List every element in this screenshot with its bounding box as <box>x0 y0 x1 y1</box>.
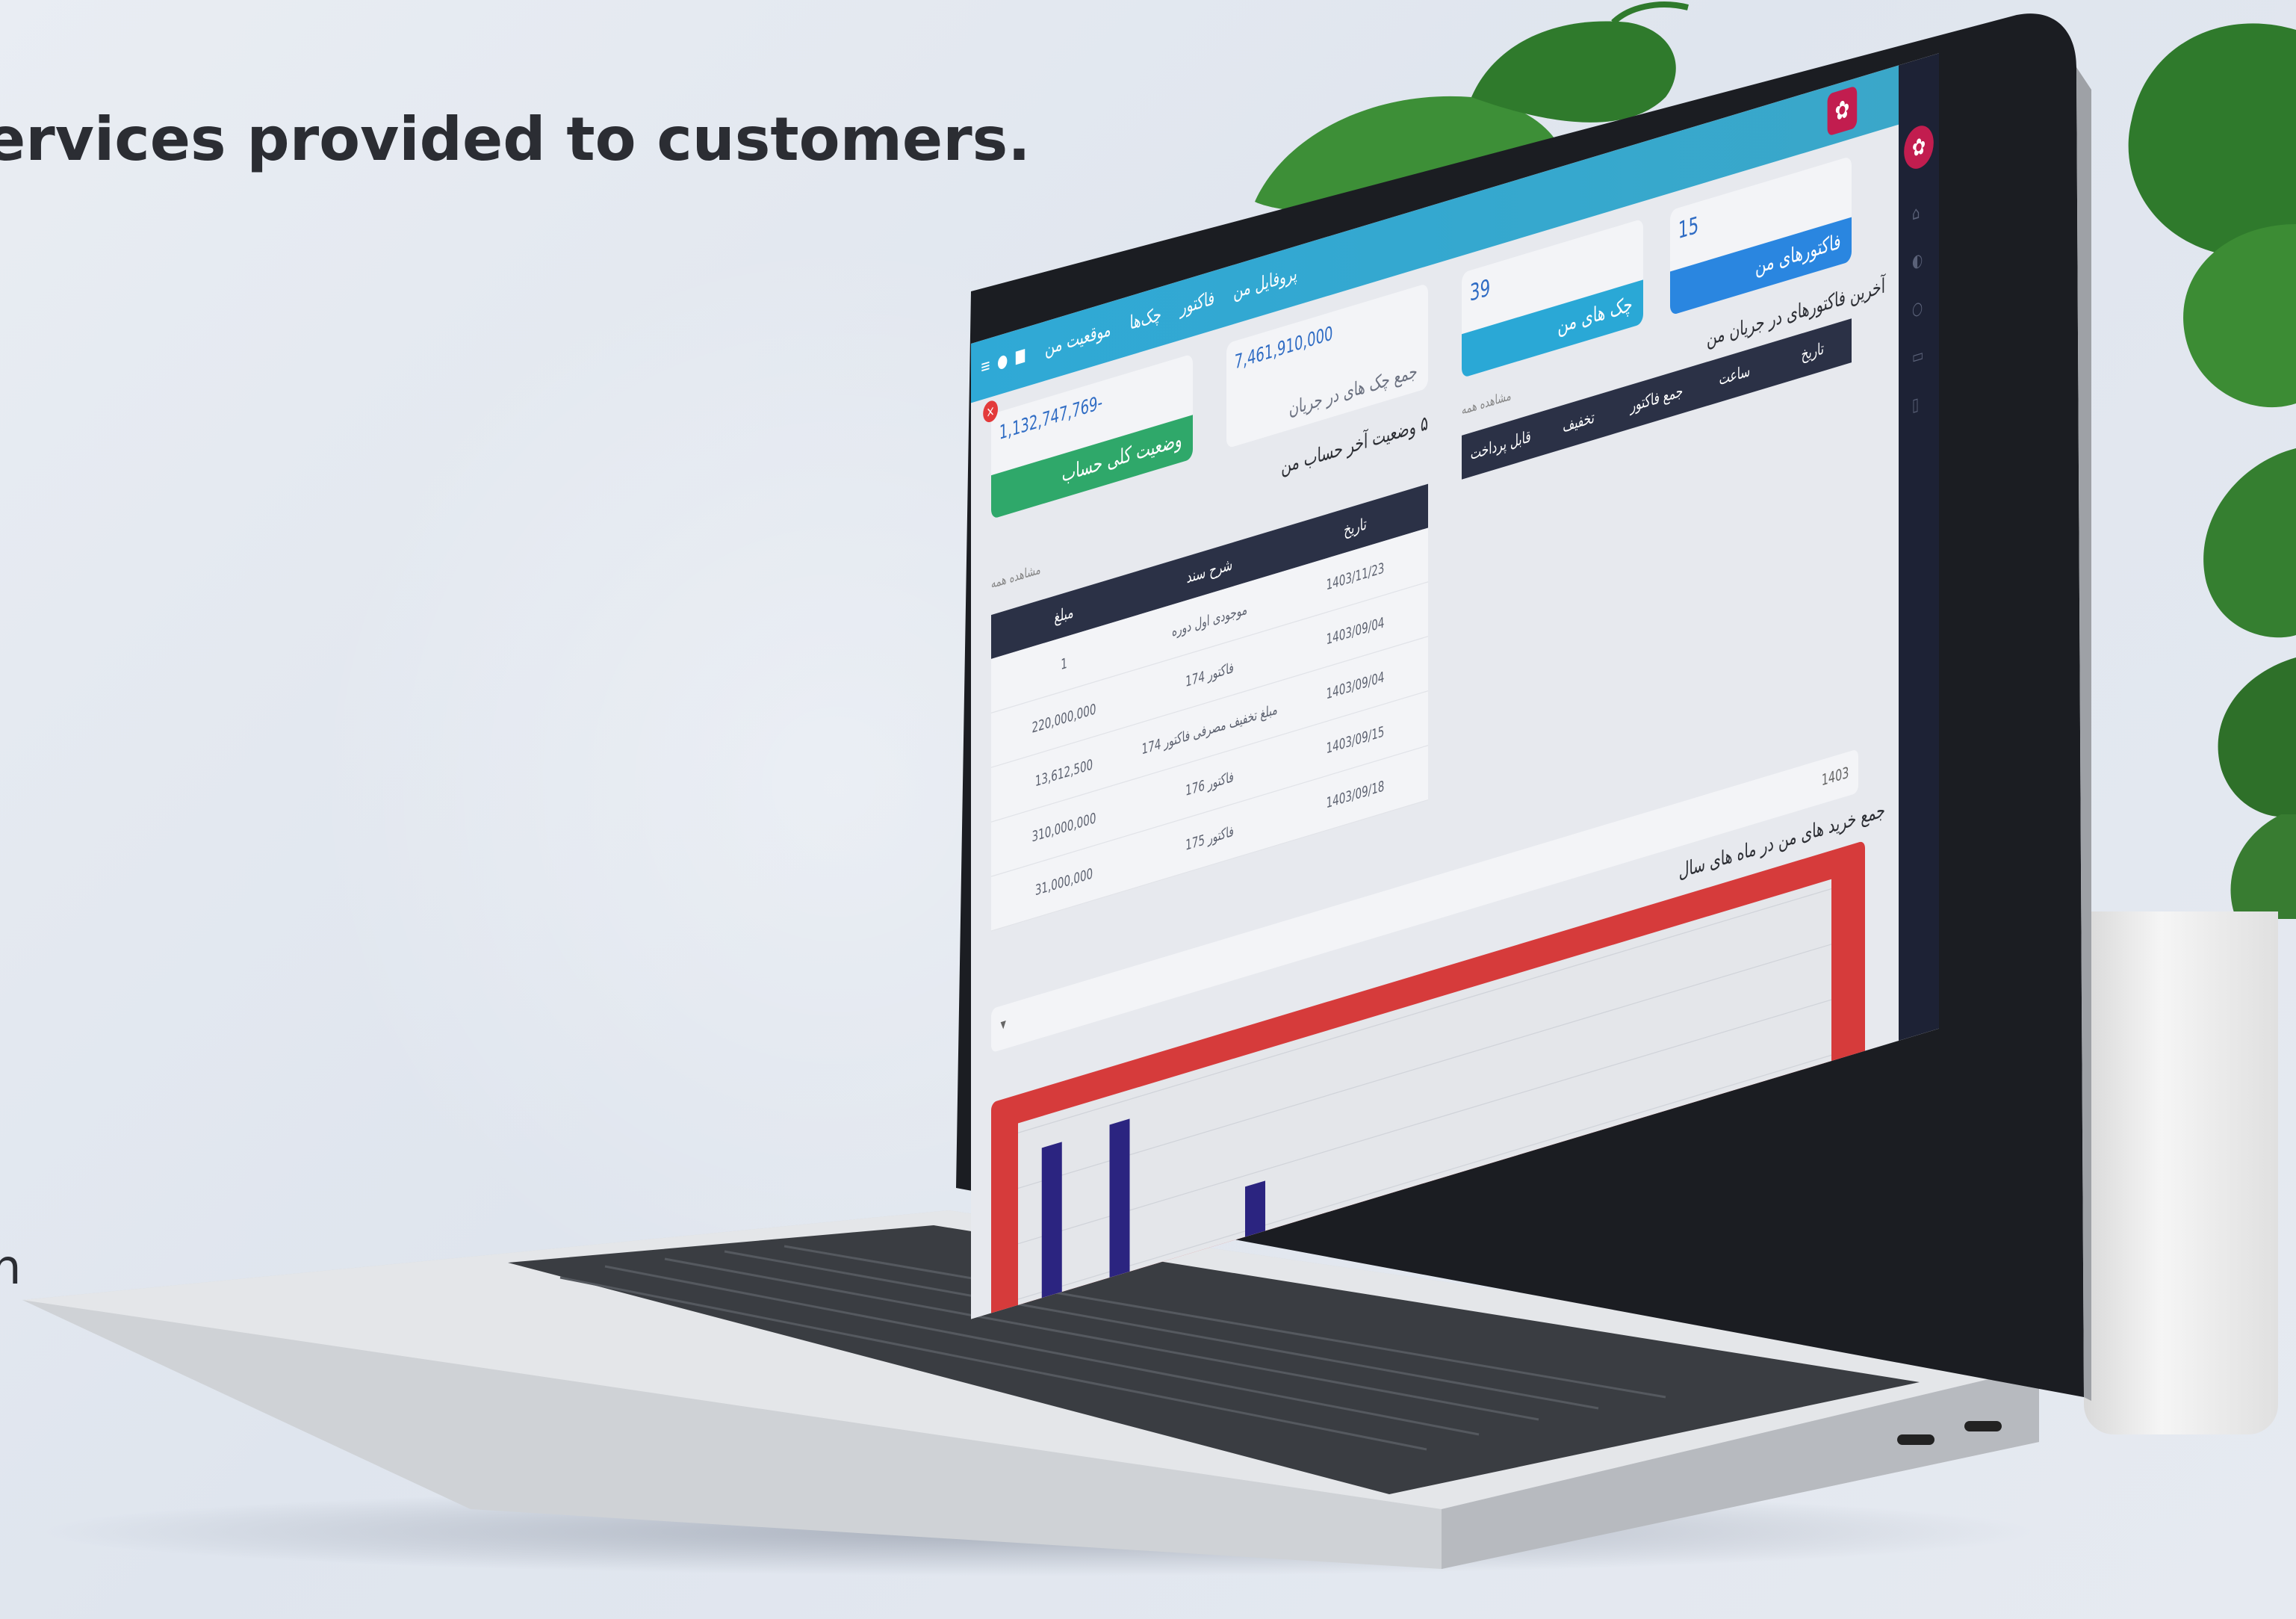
chart-bar-10[interactable] <box>1652 1214 1672 1220</box>
purchases-chart <box>1018 888 1831 1319</box>
dashboard: ≡ ● ■ پروفایل من فاکتور چک‌ها موقعیت من … <box>971 53 1939 1319</box>
checks-sum-value: 7,461,910,000 <box>1234 321 1333 374</box>
chart-bar-5[interactable] <box>1312 1304 1333 1319</box>
nav-item-checks[interactable]: چک‌ها <box>1130 302 1161 334</box>
col-date: تاریخ <box>1801 339 1825 365</box>
grid-line <box>1018 1054 1831 1300</box>
plant-pot <box>2084 911 2278 1434</box>
chat-icon[interactable]: ▭ <box>1912 344 1926 368</box>
chart-bar-2[interactable] <box>1109 1118 1130 1319</box>
chevron-down-icon: ▾ <box>1000 1014 1006 1034</box>
chart-bar-4[interactable] <box>1245 1180 1266 1319</box>
grid-line <box>1018 1109 1831 1319</box>
grid-line <box>1018 999 1831 1245</box>
year-select-value: 1403 <box>1821 763 1849 790</box>
checks-sum-label: جمع چک های در جریان <box>1288 359 1418 421</box>
bell-icon[interactable]: ● <box>997 350 1008 373</box>
latest-invoices-more[interactable]: مشاهده همه <box>1462 388 1511 418</box>
chart-bar-6[interactable] <box>1381 1295 1401 1301</box>
document-icon[interactable]: ▯ <box>1912 392 1926 416</box>
nav-item-profile[interactable]: پروفایل من <box>1233 261 1297 303</box>
chart-bar-9[interactable] <box>1584 1234 1604 1240</box>
chart-bar-1[interactable] <box>1041 1142 1062 1319</box>
invoices-count: 15 <box>1678 211 1699 244</box>
statement-more[interactable]: مشاهده همه <box>991 562 1040 592</box>
flower-logo-icon[interactable]: ✿ <box>1827 85 1858 137</box>
search-icon[interactable]: ○ <box>1912 297 1926 321</box>
laptop-screen: ≡ ● ■ پروفایل من فاکتور چک‌ها موقعیت من … <box>971 30 2069 1375</box>
user-icon[interactable]: ◐ <box>1912 249 1926 273</box>
expand-icon[interactable]: ■ <box>1014 344 1026 368</box>
grid-line <box>1018 1166 1831 1319</box>
chart-bar-11[interactable] <box>1719 1194 1740 1200</box>
home-icon[interactable]: ⌂ <box>1912 201 1926 225</box>
chart-area <box>1018 879 1831 1319</box>
headline: ervices provided to customers. <box>0 105 1031 174</box>
nav-item-location[interactable]: موقعیت من <box>1045 317 1111 359</box>
checks-count: 39 <box>1469 273 1491 307</box>
col-payable: قابل پرداخت <box>1470 427 1531 465</box>
left-text-fragment: n <box>0 1240 22 1295</box>
col-discount: تخفیف <box>1563 408 1595 437</box>
chart-bar-12[interactable] <box>1787 1173 1808 1179</box>
col-total: جمع فاکتور <box>1630 381 1684 417</box>
balance-value: 1,132,747,769- <box>999 390 1102 445</box>
top-bar-icons: ≡ ● ■ <box>981 344 1026 378</box>
chart-bar-8[interactable] <box>1516 1254 1536 1260</box>
grid-line <box>1018 888 1831 1133</box>
col-time: ساعت <box>1719 361 1751 390</box>
avatar[interactable]: ✿ <box>1904 121 1934 173</box>
sidebar: ✿ ⌂ ◐ ○ ▭ ▯ <box>1899 53 1939 1041</box>
chart-bar-3[interactable] <box>1177 1301 1198 1319</box>
nav-item-invoice[interactable]: فاکتور <box>1180 286 1214 320</box>
menu-icon[interactable]: ≡ <box>981 355 991 378</box>
chart-bar-7[interactable] <box>1448 1269 1469 1281</box>
